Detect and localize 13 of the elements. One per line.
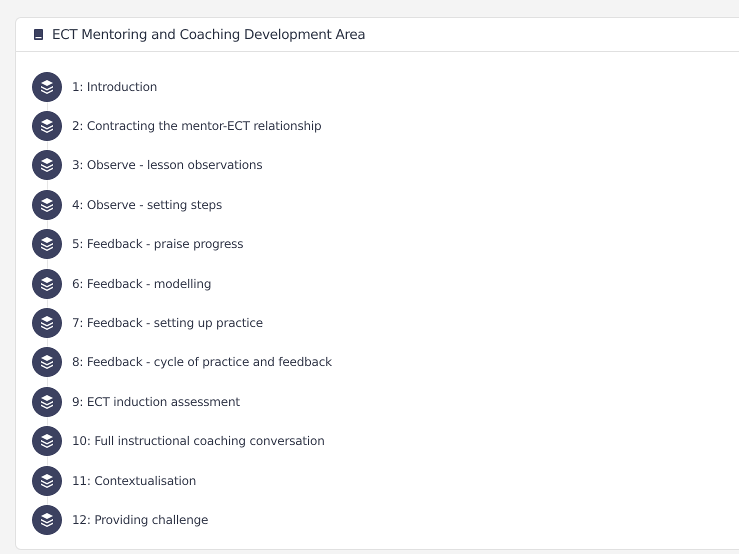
module-link[interactable]: 9: ECT induction assessment xyxy=(72,394,240,409)
module-link[interactable]: 4: Observe - setting steps xyxy=(72,198,222,212)
module-link[interactable]: 10: Full instructional coaching conversation xyxy=(72,434,325,448)
module-link[interactable]: 8: Feedback - cycle of practice and feedback xyxy=(72,355,332,370)
module-link[interactable]: 12: Providing challenge xyxy=(72,512,208,527)
module-link[interactable]: 1: Introduction xyxy=(72,80,158,94)
module-link[interactable]: 2: Contracting the mentor-ECT relationship xyxy=(72,119,322,134)
module-link[interactable]: 6: Feedback - modelling xyxy=(72,276,212,291)
module-link[interactable]: 7: Feedback - setting up practice xyxy=(72,316,263,330)
panel-title: ECT Mentoring and Coaching Development Area xyxy=(52,26,366,42)
module-link[interactable]: 3: Observe - lesson observations xyxy=(72,158,262,172)
module-link[interactable]: 5: Feedback - praise progress xyxy=(72,237,244,252)
module-link[interactable]: 11: Contextualisation xyxy=(72,474,196,488)
